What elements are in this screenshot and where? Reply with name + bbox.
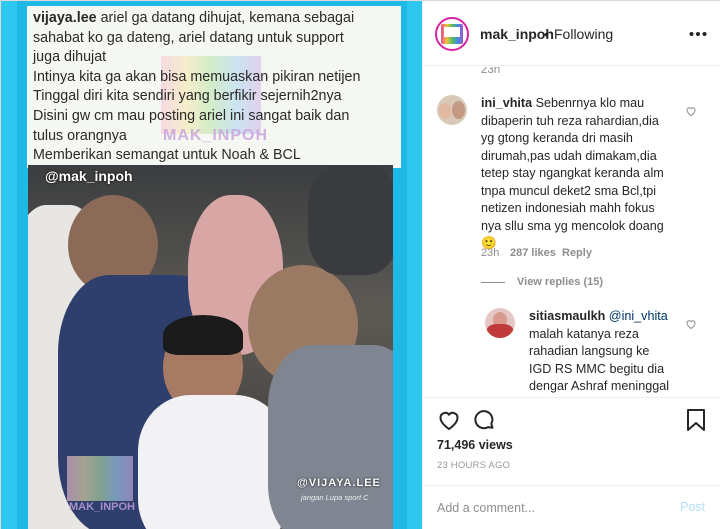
view-replies-button[interactable]: View replies (15) [517, 276, 603, 288]
post-media[interactable]: vijaya.lee ariel ga datang dihujat, kema… [1, 1, 422, 529]
separator-dot: • [544, 26, 549, 42]
comment-text: Sebenrnya klo mau dibaperin tuh reza rah… [481, 96, 664, 250]
child-shirt [138, 395, 288, 529]
bookmark-icon[interactable] [685, 408, 707, 437]
comment-username[interactable]: ini_vhita [481, 96, 532, 110]
like-heart-icon[interactable] [437, 408, 461, 437]
commenter-avatar[interactable] [437, 95, 467, 125]
caption-username: vijaya.lee [33, 10, 97, 26]
photo-watermark-text: MAK_INPOH [69, 501, 136, 513]
post-timestamp: 23 HOURS AGO [437, 460, 511, 471]
caption-time: 23h [481, 67, 501, 76]
reply-button[interactable]: Reply [562, 247, 592, 259]
background-person [308, 165, 393, 275]
more-options-icon[interactable] [689, 21, 707, 42]
like-reply-heart-icon[interactable] [685, 317, 697, 330]
like-comment-heart-icon[interactable] [685, 104, 697, 117]
post-actions: 71,496 views 23 HOURS AGO [423, 397, 720, 477]
photo-subtitle: jangan Lupa sport C [301, 493, 369, 502]
post-header: mak_inpoh • Following [423, 1, 720, 66]
reply-text: malah katanya reza rahadian langsung ke … [529, 326, 670, 394]
comment-likes[interactable]: 287 likes [510, 247, 556, 259]
photo-watermark-logo [67, 456, 133, 501]
account-username[interactable]: mak_inpoh [480, 26, 554, 42]
view-replies-line [481, 282, 505, 283]
comment-time: 23h [481, 247, 500, 259]
instagram-post-modal: vijaya.lee ariel ga datang dihujat, kema… [0, 0, 720, 529]
comment-bubble-icon[interactable] [472, 408, 496, 437]
add-comment-input[interactable] [437, 498, 657, 518]
watermark-text: MAK_INPOH [163, 127, 269, 144]
comments-list[interactable]: 23h ini_vhita Sebenrnya klo mau dibaperi… [423, 67, 720, 397]
reply-body: sitiasmaulkh @ini_vhita malah katanya re… [529, 308, 689, 396]
avatar-logo-icon [441, 24, 463, 44]
reply-avatar[interactable] [485, 308, 515, 338]
following-button[interactable]: Following [554, 26, 613, 42]
reply-mention[interactable]: @ini_vhita [609, 309, 668, 323]
comment-body: ini_vhita Sebenrnya klo mau dibaperin tu… [481, 95, 709, 253]
account-avatar[interactable] [435, 17, 469, 51]
photo-handle: @mak_inpoh [45, 168, 133, 184]
post-comment-button[interactable]: Post [680, 500, 705, 514]
photo-handle-right: @VIJAYA.LEE [297, 477, 381, 489]
post-sidebar: mak_inpoh • Following 23h ini_vhita Sebe… [422, 1, 720, 529]
child-hair [163, 315, 243, 355]
add-comment-bar: Post [423, 485, 720, 529]
reply-username[interactable]: sitiasmaulkh [529, 309, 605, 323]
views-count[interactable]: 71,496 views [437, 438, 513, 452]
